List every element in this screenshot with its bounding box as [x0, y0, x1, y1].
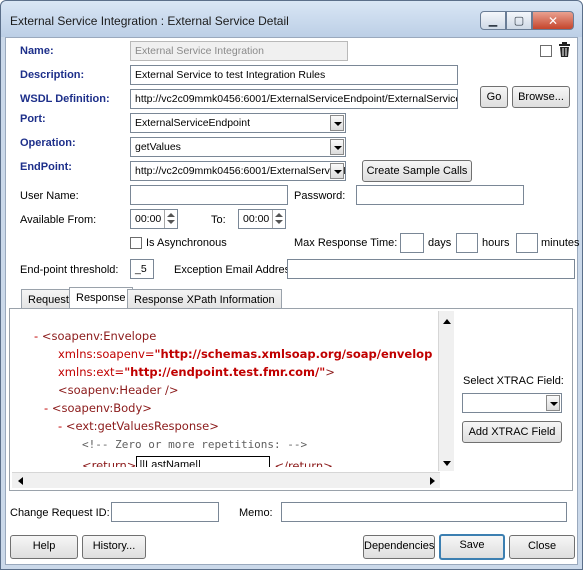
xml-attr: xmlns:ext= — [58, 365, 125, 379]
scroll-left-icon[interactable] — [18, 477, 23, 485]
collapse-toggle[interactable]: - — [34, 329, 38, 343]
hours-label: hours — [482, 237, 510, 249]
close-icon: ✕ — [547, 14, 559, 28]
operation-value: getValues — [135, 141, 181, 153]
dialog-window: External Service Integration : External … — [0, 0, 583, 570]
wsdl-field[interactable]: http://vc2c09mmk0456:6001/ExternalServic… — [130, 89, 458, 109]
change-request-field[interactable] — [111, 502, 219, 522]
port-label: Port: — [20, 113, 46, 125]
name-label: Name: — [20, 45, 54, 57]
return-value-input[interactable]: ||LastName|| — [136, 456, 271, 467]
password-label: Password: — [294, 190, 346, 202]
minimize-icon: ▁ — [488, 15, 498, 27]
xml-editor[interactable]: - <soapenv:Envelope xmlns:soapenv="http:… — [18, 311, 438, 467]
port-value: ExternalServiceEndpoint — [135, 117, 250, 129]
from-time-spinner[interactable]: 00:00 — [130, 209, 178, 229]
memo-label: Memo: — [239, 507, 273, 519]
spinner-icon[interactable] — [272, 210, 284, 228]
browse-button[interactable]: Browse... — [512, 86, 570, 108]
endpoint-select[interactable]: http://vc2c09mmk0456:6001/ExternalServic… — [130, 161, 346, 181]
help-button[interactable]: Help — [10, 535, 78, 559]
minutes-label: minutes — [541, 237, 580, 249]
tab-response-xpath[interactable]: Response XPath Information — [127, 289, 282, 309]
tab-request[interactable]: Request — [21, 289, 76, 309]
xml-attr: xmlns:soapenv= — [58, 347, 155, 361]
xml-comment: <!-- Zero or more repetitions: --> — [82, 438, 308, 451]
to-time-value: 00:00 — [243, 213, 270, 225]
max-response-label: Max Response Time: — [294, 237, 398, 249]
window-title: External Service Integration : External … — [10, 14, 289, 28]
password-field[interactable] — [356, 185, 524, 205]
chevron-down-icon — [546, 395, 560, 411]
minimize-button[interactable]: ▁ — [480, 11, 506, 30]
xml-tag: <soapenv:Envelope — [41, 329, 157, 343]
xml-tag: <soapenv:Body> — [51, 401, 152, 415]
exception-email-label: Exception Email Address: — [174, 264, 299, 276]
xml-value: "http://schemas.xmlsoap.org/soap/envelop — [154, 347, 433, 361]
hours-field[interactable] — [456, 233, 478, 253]
chevron-down-icon — [330, 163, 344, 179]
exception-email-field[interactable] — [287, 259, 575, 279]
operation-label: Operation: — [20, 137, 76, 149]
days-label: days — [428, 237, 452, 249]
username-label: User Name: — [20, 190, 79, 202]
description-field[interactable]: External Service to test Integration Rul… — [130, 65, 458, 85]
response-panel: - <soapenv:Envelope xmlns:soapenv="http:… — [9, 308, 573, 491]
name-field: External Service Integration — [130, 41, 348, 61]
window-controls: ▁ ▢ ✕ — [480, 11, 574, 30]
memo-field[interactable] — [281, 502, 567, 522]
collapse-toggle[interactable]: - — [58, 419, 62, 433]
available-from-label: Available From: — [20, 214, 97, 226]
save-button[interactable]: Save — [439, 534, 505, 560]
dependencies-button[interactable]: Dependencies — [363, 535, 435, 559]
spinner-icon[interactable] — [164, 210, 176, 228]
scroll-right-icon[interactable] — [430, 477, 435, 485]
maximize-button[interactable]: ▢ — [506, 11, 532, 30]
add-xtrac-field-button[interactable]: Add XTRAC Field — [462, 421, 562, 443]
xml-tag: </return> — [274, 458, 333, 468]
async-label: Is Asynchronous — [146, 237, 227, 249]
from-time-value: 00:00 — [135, 213, 162, 225]
horizontal-scrollbar[interactable] — [12, 472, 440, 488]
vertical-scrollbar[interactable] — [438, 311, 454, 471]
xml-tag: <soapenv:Header /> — [58, 383, 179, 397]
trash-icon[interactable] — [558, 42, 571, 58]
async-checkbox[interactable] — [130, 237, 142, 249]
scroll-down-icon[interactable] — [443, 461, 451, 466]
xtrac-field-select[interactable] — [462, 393, 562, 413]
xml-tag: <return> — [82, 458, 137, 468]
minutes-field[interactable] — [516, 233, 538, 253]
xml-value: "http://endpoint.test.fmr.com/" — [124, 365, 326, 379]
endpoint-value: http://vc2c09mmk0456:6001/ExternalServic… — [135, 165, 346, 177]
go-button[interactable]: Go — [480, 86, 508, 108]
port-select[interactable]: ExternalServiceEndpoint — [130, 113, 346, 133]
days-field[interactable] — [400, 233, 424, 253]
tab-response[interactable]: Response — [69, 287, 133, 309]
change-request-label: Change Request ID: — [10, 507, 110, 519]
description-label: Description: — [20, 69, 85, 81]
select-checkbox[interactable] — [540, 45, 552, 57]
title-bar[interactable]: External Service Integration : External … — [1, 1, 582, 37]
create-sample-calls-button[interactable]: Create Sample Calls — [362, 160, 472, 182]
chevron-down-icon — [330, 139, 344, 155]
history-button[interactable]: History... — [82, 535, 146, 559]
wsdl-label: WSDL Definition: — [20, 93, 110, 105]
select-xtrac-label: Select XTRAC Field: — [463, 375, 564, 387]
chevron-down-icon — [330, 115, 344, 131]
username-field[interactable] — [130, 185, 288, 205]
xml-tag: <ext:getValuesResponse> — [65, 419, 219, 433]
operation-select[interactable]: getValues — [130, 137, 346, 157]
to-time-spinner[interactable]: 00:00 — [238, 209, 286, 229]
threshold-field[interactable]: _5 — [130, 259, 154, 279]
threshold-label: End-point threshold: — [20, 264, 119, 276]
close-window-button[interactable]: ✕ — [532, 11, 574, 30]
scroll-up-icon[interactable] — [443, 319, 451, 324]
collapse-toggle[interactable]: - — [44, 401, 48, 415]
maximize-icon: ▢ — [513, 15, 525, 27]
xml-tag: > — [325, 365, 335, 379]
to-label: To: — [211, 214, 226, 226]
close-button[interactable]: Close — [509, 535, 575, 559]
endpoint-label: EndPoint: — [20, 161, 72, 173]
